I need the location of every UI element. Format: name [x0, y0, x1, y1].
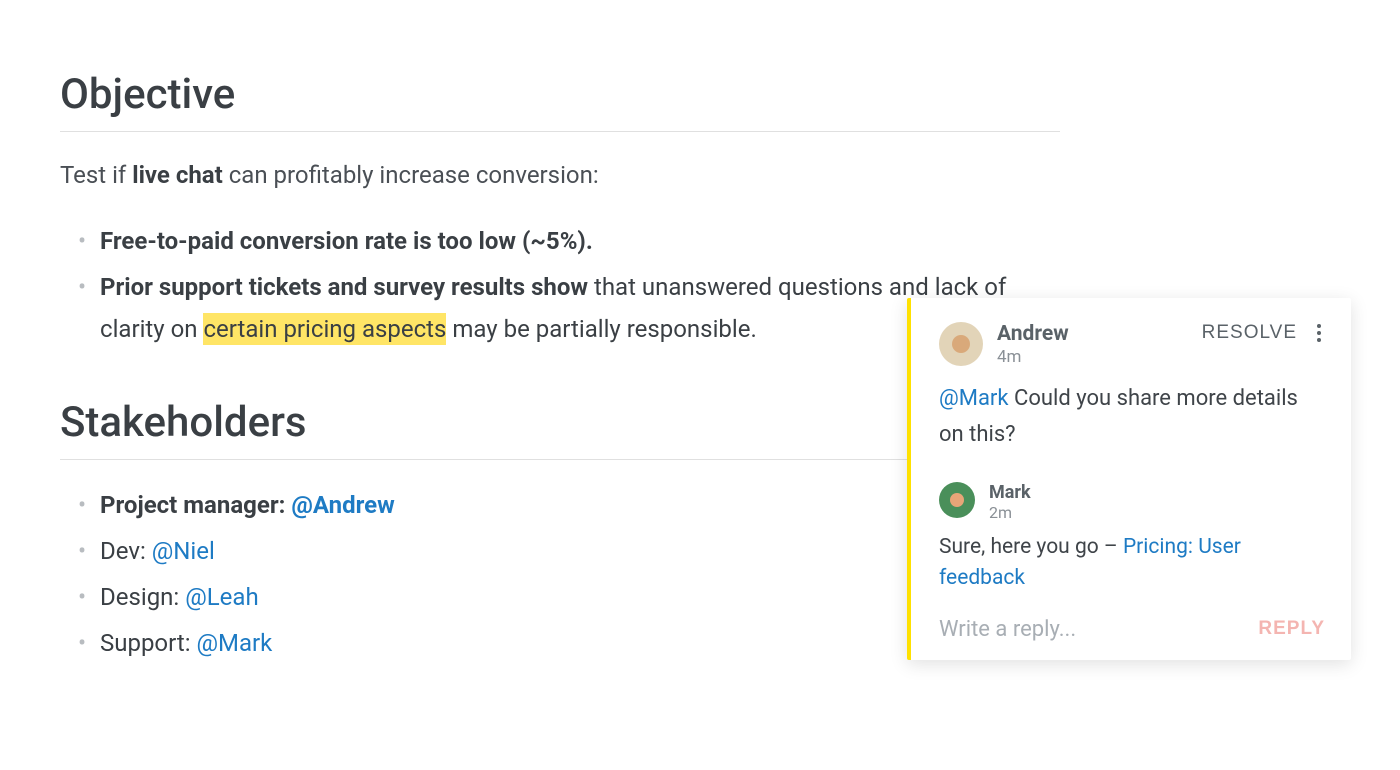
objective-intro: Test if live chat can profitably increas…: [60, 156, 1060, 194]
list-item: Free-to-paid conversion rate is too low …: [78, 220, 1060, 262]
text-bold: Free-to-paid conversion rate is too low …: [100, 227, 593, 255]
comment-thread-card: Andrew 4m RESOLVE @Mark Could you share …: [907, 298, 1351, 660]
reply-time: 2m: [989, 503, 1325, 522]
comment-author: Andrew: [997, 322, 1202, 347]
role-label: Dev:: [100, 537, 146, 565]
reply-button[interactable]: REPLY: [1258, 618, 1325, 640]
role-label: Support:: [100, 629, 191, 657]
reply-input[interactable]: [939, 617, 1258, 642]
highlighted-text[interactable]: certain pricing aspects: [203, 313, 446, 345]
avatar[interactable]: [939, 322, 983, 366]
mention-niel[interactable]: @Niel: [152, 537, 215, 565]
text: Sure, here you go –: [939, 535, 1123, 559]
reply-author: Mark: [989, 482, 1325, 503]
resolve-button[interactable]: RESOLVE: [1202, 322, 1297, 344]
mention-mark[interactable]: @Mark: [196, 629, 272, 657]
role-label: Design:: [100, 583, 179, 611]
mention-andrew[interactable]: @Andrew: [291, 491, 394, 519]
text: may be partially responsible.: [446, 315, 756, 343]
comment-body: @Mark Could you share more details on th…: [939, 381, 1325, 454]
objective-heading: Objective: [60, 70, 1060, 132]
comment-time: 4m: [997, 347, 1202, 367]
mention-mark-inline[interactable]: @Mark: [939, 386, 1009, 411]
mention-leah[interactable]: @Leah: [185, 583, 258, 611]
text-bold: live chat: [132, 161, 223, 189]
reply-body: Sure, here you go – Pricing: User feedba…: [939, 532, 1325, 595]
comment-reply: Mark 2m Sure, here you go – Pricing: Use…: [939, 482, 1325, 595]
role-label: Project manager:: [100, 491, 285, 519]
text-bold: Prior support tickets and survey results…: [100, 273, 588, 301]
more-options-icon[interactable]: [1313, 324, 1325, 342]
text: Test if: [60, 161, 132, 189]
avatar[interactable]: [939, 482, 975, 518]
text: can profitably increase conversion:: [223, 161, 599, 189]
